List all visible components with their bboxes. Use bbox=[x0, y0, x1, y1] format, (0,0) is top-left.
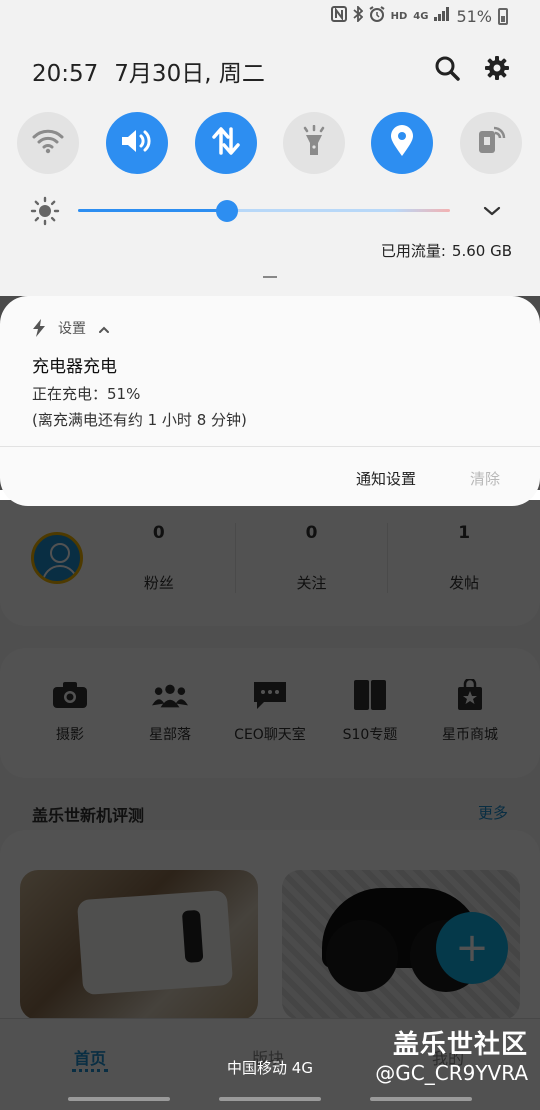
clock-date: 20:57 7月30日, 周二 bbox=[32, 54, 265, 88]
shortcut-tribe[interactable]: 星部落 bbox=[120, 648, 220, 778]
stat-fans[interactable]: 0 粉丝 bbox=[83, 523, 236, 593]
watermark-title: 盖乐世社区 bbox=[392, 1030, 528, 1060]
alarm-icon bbox=[369, 6, 385, 26]
stat-value: 0 bbox=[152, 523, 165, 543]
brightness-thumb[interactable] bbox=[215, 200, 238, 222]
phone-icon bbox=[352, 680, 388, 710]
add-post-button[interactable]: + bbox=[436, 912, 508, 984]
notification-settings-button[interactable]: 通知设置 bbox=[356, 468, 416, 489]
background-app: 0 粉丝 0 关注 1 发帖 摄影 星部落 CEO聊天室 S10专题 星币商城 … bbox=[0, 490, 540, 1110]
profile-stats-card: 0 粉丝 0 关注 1 发帖 bbox=[0, 490, 540, 626]
shortcut-label: 星部落 bbox=[149, 727, 191, 743]
shortcut-store[interactable]: 星币商城 bbox=[420, 648, 520, 778]
clock-date-text[interactable]: 7月30日, 周二 bbox=[114, 61, 265, 87]
watermark-handle: @GC_CR9YVRA bbox=[375, 1061, 528, 1085]
data-usage-value: 5.60 GB bbox=[451, 242, 512, 260]
shortcut-grid: 摄影 星部落 CEO聊天室 S10专题 星币商城 bbox=[0, 648, 540, 778]
brightness-icon bbox=[30, 196, 60, 226]
location-icon bbox=[389, 125, 415, 161]
nfc-icon bbox=[475, 125, 507, 161]
brightness-fill bbox=[78, 209, 227, 212]
more-link[interactable]: 更多 bbox=[478, 802, 508, 823]
notification-app-name: 设置 bbox=[58, 321, 86, 337]
shortcut-photography[interactable]: 摄影 bbox=[20, 648, 120, 778]
shortcut-ceo-chat[interactable]: CEO聊天室 bbox=[220, 648, 320, 778]
stat-label: 发帖 bbox=[449, 574, 480, 592]
chevron-down-icon[interactable] bbox=[480, 199, 504, 223]
chevron-up-icon[interactable] bbox=[98, 323, 110, 333]
quick-panel: HD 4G 51% 20:57 7月30日, 周二 已用流量: 5.60 GB bbox=[0, 0, 540, 296]
shortcut-s10[interactable]: S10专题 bbox=[320, 648, 420, 778]
stat-posts[interactable]: 1 发帖 bbox=[388, 523, 540, 593]
nav-bar-hint bbox=[68, 1097, 170, 1101]
chat-icon bbox=[252, 680, 288, 710]
brightness-slider[interactable] bbox=[78, 200, 450, 222]
divider bbox=[0, 446, 540, 447]
nav-bar-hint bbox=[219, 1097, 321, 1101]
data-usage[interactable]: 已用流量: 5.60 GB bbox=[381, 240, 512, 261]
shortcut-label: CEO聊天室 bbox=[234, 727, 306, 743]
mobile-data-icon bbox=[211, 126, 241, 160]
section-title: 盖乐世新机评测 bbox=[32, 806, 145, 825]
tile-mobile-data[interactable] bbox=[195, 112, 257, 174]
nfc-status-icon bbox=[330, 6, 347, 26]
notification-title: 充电器充电 bbox=[32, 357, 117, 377]
lightning-icon bbox=[32, 319, 46, 337]
nav-bar-hint bbox=[370, 1097, 472, 1101]
shortcut-label: 星币商城 bbox=[442, 727, 498, 743]
wifi-icon bbox=[32, 128, 64, 158]
avatar[interactable] bbox=[31, 532, 83, 584]
notification-header: 设置 bbox=[32, 318, 110, 338]
shopping-bag-icon bbox=[452, 679, 488, 710]
camera-icon bbox=[52, 680, 88, 710]
brightness-row bbox=[0, 196, 540, 226]
bluetooth-icon bbox=[353, 4, 363, 26]
clock-time[interactable]: 20:57 bbox=[32, 61, 98, 87]
sound-icon bbox=[120, 127, 154, 159]
search-icon[interactable] bbox=[434, 55, 462, 83]
data-usage-label: 已用流量: bbox=[380, 242, 446, 260]
notification-subtext: (离充满电还有约 1 小时 8 分钟) bbox=[32, 411, 247, 429]
review-thumbnail[interactable] bbox=[20, 870, 258, 1020]
quick-settings-tiles bbox=[0, 112, 540, 174]
shortcut-label: 摄影 bbox=[56, 727, 84, 743]
stat-label: 粉丝 bbox=[143, 574, 174, 592]
flashlight-icon bbox=[301, 124, 327, 161]
network-type-icon: 4G bbox=[413, 10, 429, 22]
signal-icon bbox=[434, 7, 450, 25]
shortcut-label: S10专题 bbox=[342, 727, 398, 743]
group-icon bbox=[152, 680, 188, 710]
tile-wifi[interactable] bbox=[17, 112, 79, 174]
stat-label: 关注 bbox=[296, 574, 327, 592]
notification-text: 正在充电：51% bbox=[32, 385, 141, 403]
tile-sound[interactable] bbox=[106, 112, 168, 174]
tile-nfc[interactable] bbox=[460, 112, 522, 174]
stat-value: 0 bbox=[305, 523, 318, 543]
battery-percent: 51% bbox=[456, 6, 492, 26]
panel-handle[interactable] bbox=[263, 276, 277, 278]
gear-icon[interactable] bbox=[484, 55, 512, 83]
charging-notification[interactable]: 设置 充电器充电 正在充电：51% (离充满电还有约 1 小时 8 分钟) 通知… bbox=[0, 296, 540, 506]
stat-value: 1 bbox=[458, 523, 471, 543]
status-bar: HD 4G 51% bbox=[330, 4, 508, 28]
tile-location[interactable] bbox=[371, 112, 433, 174]
hd-voice-icon: HD bbox=[390, 10, 408, 22]
tile-flashlight[interactable] bbox=[283, 112, 345, 174]
stat-following[interactable]: 0 关注 bbox=[236, 523, 389, 593]
clear-button[interactable]: 清除 bbox=[470, 468, 500, 489]
battery-icon bbox=[498, 7, 508, 25]
